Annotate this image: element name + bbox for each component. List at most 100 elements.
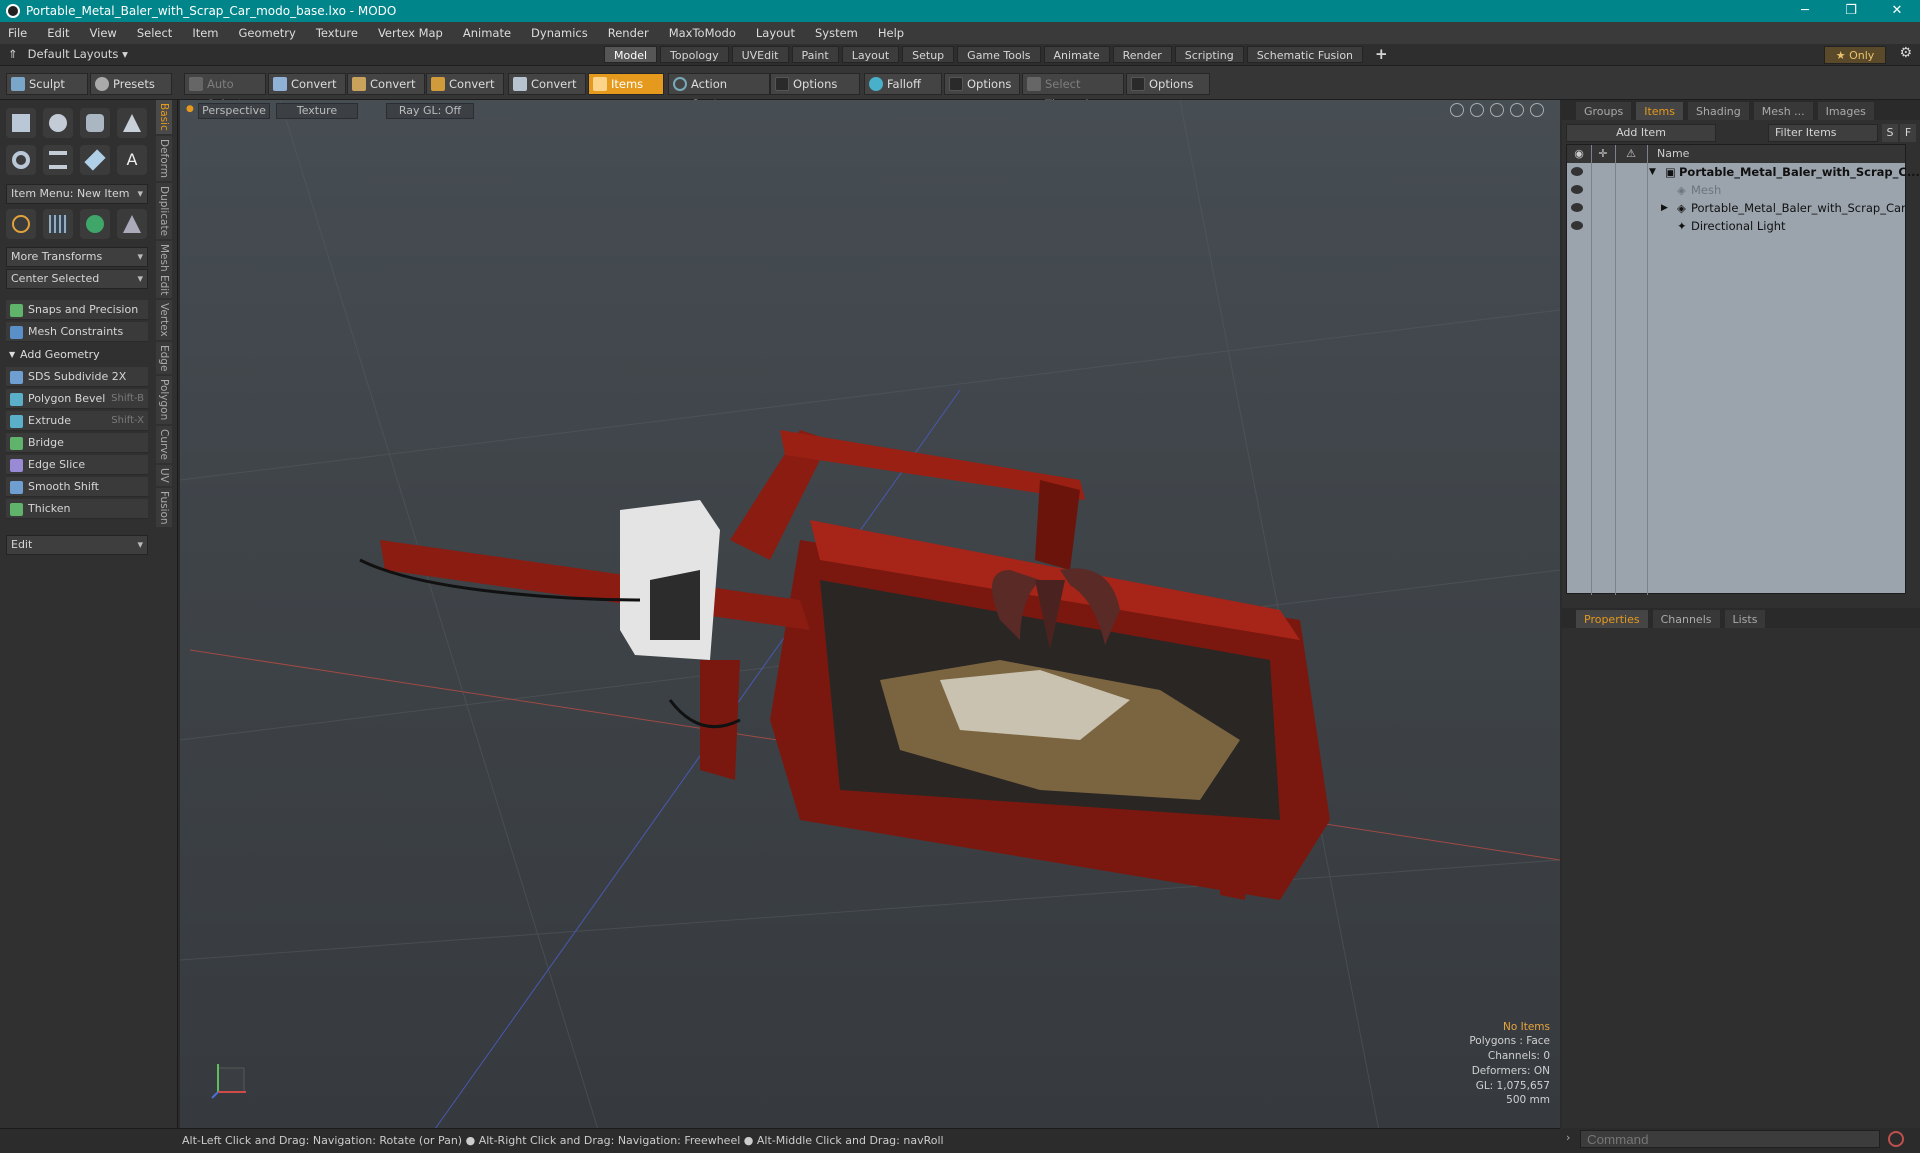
items-mode-button[interactable]: Items xyxy=(588,73,664,95)
sculpt-button[interactable]: Sculpt xyxy=(6,73,88,95)
menu-help[interactable]: Help xyxy=(876,26,906,40)
more-transforms-dropdown[interactable]: More Transforms xyxy=(6,247,148,267)
tab-layout[interactable]: Layout xyxy=(841,46,900,63)
minimize-button[interactable]: ─ xyxy=(1782,0,1828,22)
select-options-button[interactable]: Options xyxy=(1126,73,1210,95)
mesh-constraints-button[interactable]: Mesh Constraints xyxy=(6,322,148,342)
tab-paint[interactable]: Paint xyxy=(791,46,839,63)
falloff-options-button[interactable]: Options xyxy=(944,73,1020,95)
viewport-menu-dot[interactable]: ● xyxy=(186,104,194,114)
edit-dropdown[interactable]: Edit xyxy=(6,535,148,555)
gear-icon[interactable]: ⚙ xyxy=(1899,45,1912,61)
cone-tool[interactable] xyxy=(117,108,147,138)
add-tab-button[interactable]: + xyxy=(1366,46,1397,63)
tab-images[interactable]: Images xyxy=(1817,102,1874,120)
default-layouts-dropdown[interactable]: ⇑ Default Layouts ▾ xyxy=(8,47,128,61)
vtab-uv[interactable]: UV xyxy=(156,464,172,486)
tab-mesh[interactable]: Mesh ... xyxy=(1753,102,1813,120)
eye-icon[interactable] xyxy=(1571,185,1583,194)
menu-vertex-map[interactable]: Vertex Map xyxy=(376,26,445,40)
vtab-basic[interactable]: Basic xyxy=(156,100,172,134)
view-type-button[interactable]: Perspective xyxy=(198,103,270,119)
menu-item[interactable]: Item xyxy=(190,26,220,40)
tab-scripting[interactable]: Scripting xyxy=(1174,46,1244,63)
action-center-button[interactable]: Action Center xyxy=(668,73,770,111)
convert-material-button[interactable]: Convert xyxy=(508,73,586,95)
name-column-header[interactable]: Name xyxy=(1647,145,1689,163)
3d-viewport[interactable]: ● Perspective Texture Ray GL: Off No Ite… xyxy=(180,100,1560,1136)
tab-schematic-fusion[interactable]: Schematic Fusion xyxy=(1246,46,1364,63)
tab-setup[interactable]: Setup xyxy=(902,46,955,63)
text-tool[interactable]: A xyxy=(117,145,147,175)
cube-tool[interactable] xyxy=(6,108,36,138)
convert-edge-button[interactable]: Convert xyxy=(347,73,425,95)
tube-tool[interactable] xyxy=(43,145,73,175)
expand-arrow-icon[interactable]: ▼ xyxy=(1649,163,1656,181)
viewport-gear-icon[interactable] xyxy=(1530,103,1544,117)
expand-arrow-icon[interactable]: ▶ xyxy=(1661,199,1668,217)
menu-dynamics[interactable]: Dynamics xyxy=(529,26,590,40)
rotate-icon[interactable] xyxy=(1470,103,1484,117)
menu-file[interactable]: File xyxy=(6,26,29,40)
tab-animate[interactable]: Animate xyxy=(1043,46,1110,63)
menu-edit[interactable]: Edit xyxy=(45,26,71,40)
vtab-duplicate[interactable]: Duplicate xyxy=(156,182,172,239)
fit-icon[interactable] xyxy=(1510,103,1524,117)
vtab-mesh-edit[interactable]: Mesh Edit xyxy=(156,240,172,299)
menu-animate[interactable]: Animate xyxy=(461,26,513,40)
tab-groups[interactable]: Groups xyxy=(1576,102,1632,120)
item-row-baler[interactable]: ▶ ◈ Portable_Metal_Baler_with_Scrap_Car xyxy=(1567,199,1906,217)
maximize-button[interactable]: ❐ xyxy=(1828,0,1874,22)
menu-geometry[interactable]: Geometry xyxy=(237,26,298,40)
eye-icon[interactable] xyxy=(1571,221,1583,230)
add-item-dropdown[interactable]: Add Item xyxy=(1566,124,1716,142)
thicken-button[interactable]: Thicken xyxy=(6,499,148,519)
extrude-button[interactable]: Extrude Shift-X xyxy=(6,411,148,431)
tab-lists[interactable]: Lists xyxy=(1724,610,1766,628)
vtab-vertex[interactable]: Vertex xyxy=(156,300,172,340)
falloff-button[interactable]: Falloff xyxy=(864,73,942,95)
sds-subdivide-button[interactable]: SDS Subdivide 2X xyxy=(6,367,148,387)
pen-tool[interactable] xyxy=(80,145,110,175)
menu-maxtomodo[interactable]: MaxToModo xyxy=(667,26,738,40)
vtab-edge[interactable]: Edge xyxy=(156,341,172,375)
tab-game-tools[interactable]: Game Tools xyxy=(957,46,1041,63)
vtab-polygon[interactable]: Polygon xyxy=(156,376,172,424)
rotate-tool[interactable] xyxy=(80,209,110,239)
presets-button[interactable]: Presets F6 xyxy=(90,73,172,111)
tab-model[interactable]: Model xyxy=(604,46,658,63)
vtab-deform[interactable]: Deform xyxy=(156,135,172,181)
polygon-bevel-button[interactable]: Polygon Bevel Shift-B xyxy=(6,389,148,409)
zoom-icon[interactable] xyxy=(1490,103,1504,117)
only-button[interactable]: ★ Only xyxy=(1824,46,1886,64)
tab-shading[interactable]: Shading xyxy=(1688,102,1749,120)
cylinder-tool[interactable] xyxy=(80,108,110,138)
torus-tool[interactable] xyxy=(6,145,36,175)
item-row-light[interactable]: ✦ Directional Light xyxy=(1567,217,1905,235)
sphere-tool[interactable] xyxy=(43,108,73,138)
smooth-shift-button[interactable]: Smooth Shift xyxy=(6,477,148,497)
record-icon[interactable] xyxy=(1888,1131,1904,1147)
item-row-mesh[interactable]: ◈ Mesh xyxy=(1567,181,1905,199)
item-row-scene[interactable]: ▼ ▣ Portable_Metal_Baler_with_Scrap_C... xyxy=(1567,163,1920,181)
close-button[interactable]: ✕ xyxy=(1874,0,1920,22)
add-geometry-section[interactable]: ▼ Add Geometry xyxy=(6,345,148,365)
s-button[interactable]: S xyxy=(1882,124,1898,142)
item-menu-dropdown[interactable]: Item Menu: New Item xyxy=(6,184,148,204)
convert-polygon-button[interactable]: Convert xyxy=(426,73,504,95)
menu-texture[interactable]: Texture xyxy=(314,26,360,40)
select-through-button[interactable]: Select Through xyxy=(1022,73,1124,111)
snaps-precision-button[interactable]: Snaps and Precision xyxy=(6,300,148,320)
tab-render[interactable]: Render xyxy=(1112,46,1172,63)
raygl-button[interactable]: Ray GL: Off xyxy=(386,103,474,119)
action-center-options-button[interactable]: Options xyxy=(770,73,860,95)
tab-items[interactable]: Items xyxy=(1636,102,1684,120)
menu-view[interactable]: View xyxy=(88,26,119,40)
tab-channels[interactable]: Channels xyxy=(1652,610,1720,628)
menu-layout[interactable]: Layout xyxy=(754,26,797,40)
vtab-fusion[interactable]: Fusion xyxy=(156,487,172,528)
eye-icon[interactable] xyxy=(1571,203,1583,212)
bridge-button[interactable]: Bridge xyxy=(6,433,148,453)
move-tool[interactable] xyxy=(6,209,36,239)
tab-uvedit[interactable]: UVEdit xyxy=(731,46,789,63)
